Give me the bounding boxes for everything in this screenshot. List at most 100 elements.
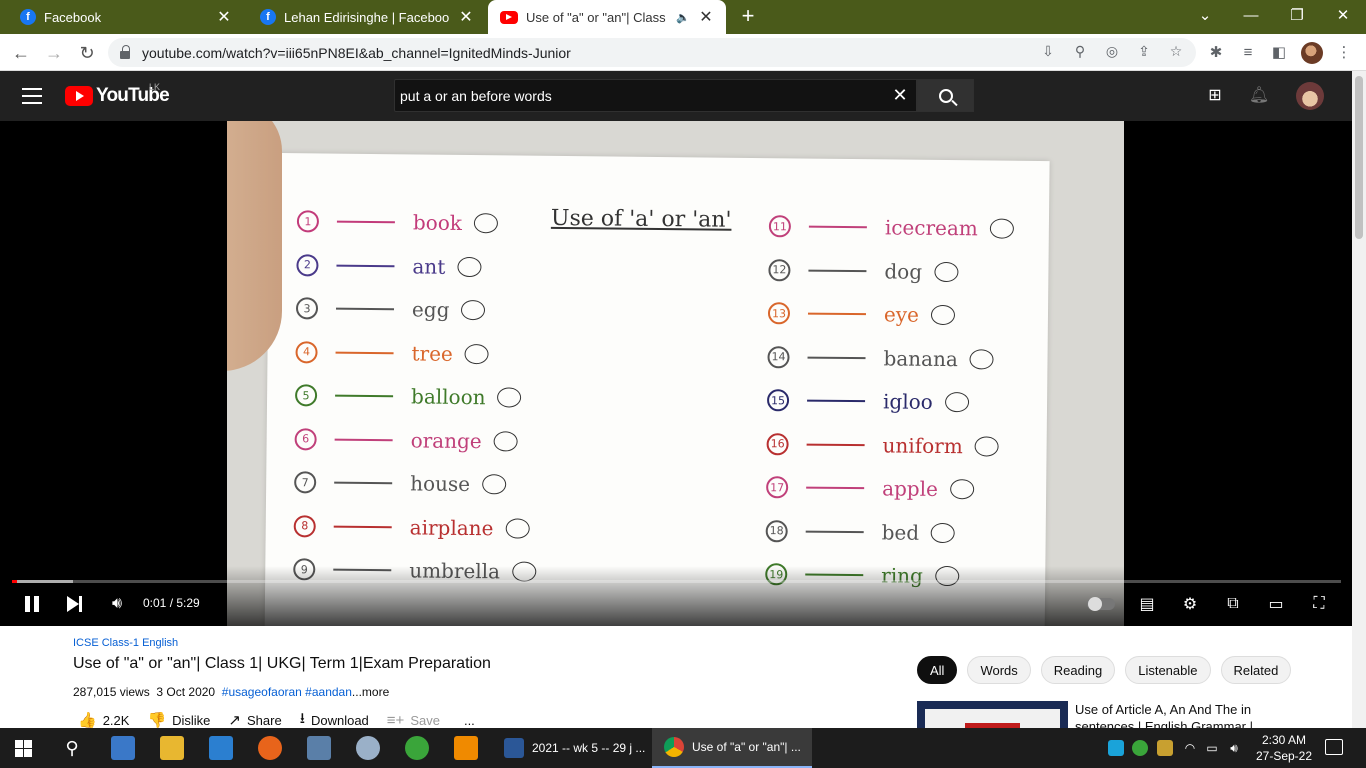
calculator-icon[interactable] <box>307 736 331 760</box>
tab-facebook[interactable]: f Facebook ✕ <box>8 0 244 34</box>
tab-lehan-facebook[interactable]: f Lehan Edirisinghe | Facebook ✕ <box>248 0 486 34</box>
video-title: Use of "a" or "an"| Class 1| UKG| Term 1… <box>73 655 491 672</box>
taskbar-window-word[interactable]: 2021 -- wk 5 -- 29 j ... <box>492 728 648 768</box>
view-count: 287,015 views <box>73 685 150 699</box>
taskbar-window-chrome[interactable]: Use of "a" or "an"| ... <box>652 728 812 768</box>
progress-bar[interactable] <box>12 580 1341 583</box>
miniplayer-icon[interactable]: ⧉ <box>1222 593 1244 615</box>
search-button[interactable] <box>917 79 974 112</box>
minimize-button[interactable]: — <box>1228 0 1274 30</box>
more-link[interactable]: ...more <box>352 685 389 699</box>
blank-line <box>806 443 865 446</box>
create-video-icon[interactable]: ⊞ <box>1203 85 1227 107</box>
windows-start-icon[interactable] <box>15 740 32 757</box>
like-button[interactable]: 👍 2.2K <box>78 711 129 729</box>
extensions-icon[interactable]: ✱ <box>1205 42 1227 64</box>
chip-words[interactable]: Words <box>967 656 1031 684</box>
this-pc-icon[interactable] <box>111 736 135 760</box>
item-word: igloo <box>882 389 933 414</box>
channel-tag-link[interactable]: ICSE Class-1 English <box>73 637 178 649</box>
download-button[interactable]: ⭳ Download <box>300 711 369 729</box>
save-button[interactable]: ≡+ Save <box>387 712 440 729</box>
speaker-icon[interactable]: 🔈 <box>676 11 690 24</box>
install-icon[interactable]: ⇩ <box>1038 43 1058 60</box>
chip-listenable[interactable]: Listenable <box>1125 656 1211 684</box>
side-panel-icon[interactable]: ◧ <box>1268 42 1290 64</box>
notifications-bell-icon[interactable]: 🔔︎ <box>1247 85 1271 107</box>
recommendation-thumbnail[interactable] <box>917 701 1068 728</box>
window-close-button[interactable]: ✕ <box>1320 0 1366 30</box>
scrollbar-thumb[interactable] <box>1355 76 1363 239</box>
tray-app-icon-2[interactable] <box>1157 740 1173 756</box>
notifications-icon[interactable] <box>1325 739 1343 755</box>
share-button[interactable]: ↗ Share <box>228 711 281 729</box>
address-bar[interactable]: youtube.com/watch?v=iii65nPN8EI&ab_chann… <box>108 38 1196 67</box>
search-input[interactable]: put a or an before words ✕ <box>394 79 917 112</box>
download-icon: ⭳ <box>299 711 305 727</box>
zoom-icon[interactable]: ⚲ <box>1070 43 1090 60</box>
new-tab-button[interactable]: + <box>736 5 760 29</box>
page-scrollbar[interactable] <box>1352 71 1366 728</box>
tray-utorrent-icon[interactable] <box>1132 740 1148 756</box>
close-icon[interactable]: ✕ <box>458 7 474 27</box>
autoplay-toggle[interactable] <box>1087 597 1115 611</box>
volume-icon[interactable]: 🔊︎ <box>1226 740 1242 756</box>
next-icon[interactable] <box>64 593 84 615</box>
volume-icon[interactable]: 🔊︎ <box>106 593 128 615</box>
chrome-icon <box>664 737 684 757</box>
save-icon: ≡+ <box>386 711 405 729</box>
paint-icon[interactable] <box>356 736 380 760</box>
item-number: 3 <box>295 297 319 320</box>
clear-search-icon[interactable]: ✕ <box>884 85 916 106</box>
tab-search-icon[interactable]: ⌄ <box>1182 0 1228 30</box>
blank-line <box>807 312 866 316</box>
video-meta[interactable]: 287,015 views 3 Oct 2020 #usageofaoran #… <box>73 685 389 699</box>
worksheet-paper: Use of 'a' or 'an' 1 book 2 ant 3 egg 4 tree 5 ba… <box>264 152 1050 626</box>
settings-gear-icon[interactable]: ⚙ <box>1179 593 1201 615</box>
battery-icon[interactable]: ▭ <box>1204 740 1220 756</box>
fullscreen-icon[interactable]: ⛶ <box>1308 593 1330 615</box>
system-clock[interactable]: 2:30 AM 27-Sep-22 <box>1255 732 1313 764</box>
item-word: egg <box>411 297 450 322</box>
lock-icon[interactable] <box>120 44 130 59</box>
utorrent-icon[interactable] <box>405 736 429 760</box>
chip-related[interactable]: Related <box>1220 656 1292 684</box>
account-avatar[interactable] <box>1296 82 1324 110</box>
reload-button[interactable]: ↻ <box>74 40 100 66</box>
forward-button[interactable]: → <box>41 40 67 66</box>
vlc-icon[interactable] <box>454 736 478 760</box>
chip-reading[interactable]: Reading <box>1040 656 1116 684</box>
firefox-icon[interactable] <box>258 736 282 760</box>
close-icon[interactable]: ✕ <box>216 7 232 27</box>
theater-mode-icon[interactable]: ▭ <box>1265 593 1287 615</box>
back-button[interactable]: ← <box>8 40 34 66</box>
menu-icon[interactable] <box>22 88 42 104</box>
dislike-button[interactable]: 👎 Dislike <box>147 711 210 729</box>
menu-kebab-icon[interactable]: ⋮ <box>1333 42 1355 64</box>
clock-time: 2:30 AM <box>1261 733 1307 747</box>
chip-all[interactable]: All <box>917 656 958 684</box>
pause-icon[interactable] <box>22 593 42 615</box>
search-query-text[interactable]: put a or an before words <box>400 88 884 104</box>
eye-off-icon[interactable]: ◎ <box>1102 43 1122 60</box>
browser-profile-avatar[interactable] <box>1301 42 1323 64</box>
url-text[interactable]: youtube.com/watch?v=iii65nPN8EI&ab_chann… <box>142 45 571 61</box>
subtitles-icon[interactable]: ▤ <box>1136 593 1158 615</box>
close-icon[interactable]: ✕ <box>698 7 714 27</box>
hashtags[interactable]: #usageofaoran #aandan <box>222 685 352 699</box>
item-word: icecream <box>884 215 978 241</box>
tab-youtube-video[interactable]: Use of "a" or "an"| Class 1| U 🔈 ✕ <box>488 0 726 34</box>
restore-button[interactable]: ❐ <box>1274 0 1320 30</box>
wifi-icon[interactable]: ◠ <box>1182 740 1198 756</box>
share-icon[interactable]: ⇪ <box>1134 43 1154 60</box>
search-icon[interactable]: ⚲ <box>60 736 84 760</box>
file-explorer-icon[interactable] <box>160 736 184 760</box>
vscode-icon[interactable] <box>209 736 233 760</box>
bookmark-star-icon[interactable]: ☆ <box>1166 43 1186 60</box>
more-button[interactable]: ... <box>458 713 475 728</box>
recommendation-title[interactable]: Use of Article A, An And The in sentence… <box>1075 701 1275 728</box>
video-player[interactable]: Use of 'a' or 'an' 1 book 2 ant 3 egg 4 tree 5 ba… <box>0 121 1352 626</box>
media-queue-icon[interactable]: ≡ <box>1237 42 1259 64</box>
youtube-logo[interactable]: YouTube LK <box>65 82 170 107</box>
tray-app-icon[interactable] <box>1108 740 1124 756</box>
